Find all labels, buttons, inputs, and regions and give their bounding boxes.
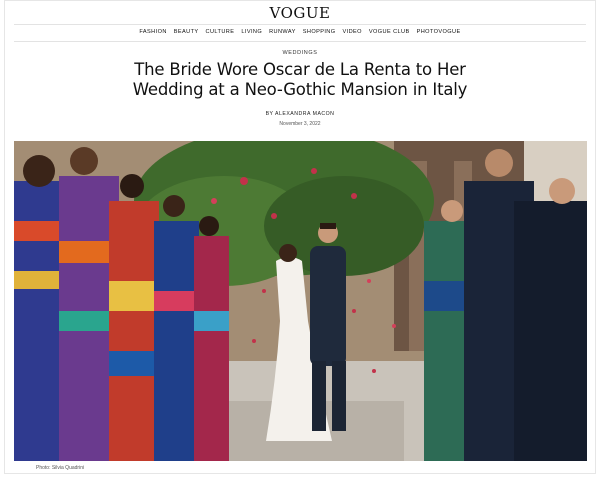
main-nav: FASHION BEAUTY CULTURE LIVING RUNWAY SHO…	[0, 29, 600, 35]
article-date: November 3, 2022	[279, 121, 321, 127]
article-category[interactable]: WEDDINGS	[0, 50, 600, 56]
nav-item-photovogue[interactable]: PHOTOVOGUE	[417, 29, 461, 35]
nav-item-living[interactable]: LIVING	[241, 29, 262, 35]
nav-item-vogue-club[interactable]: VOGUE CLUB	[369, 29, 410, 35]
nav-divider	[14, 41, 586, 42]
vogue-logo[interactable]: VOGUE	[0, 4, 600, 22]
nav-item-video[interactable]: VIDEO	[342, 29, 361, 35]
article-byline[interactable]: BY ALEXANDRA MACON	[0, 111, 600, 117]
nav-item-beauty[interactable]: BEAUTY	[174, 29, 199, 35]
nav-item-shopping[interactable]: SHOPPING	[303, 29, 336, 35]
nav-item-culture[interactable]: CULTURE	[206, 29, 235, 35]
header-divider	[14, 24, 586, 25]
article-headline: The Bride Wore Oscar de La Renta to Her …	[132, 60, 468, 99]
nav-item-fashion[interactable]: FASHION	[139, 29, 166, 35]
hero-photo	[14, 141, 587, 461]
photo-credit: Photo: Silvia Quadrini	[36, 465, 85, 471]
nav-item-runway[interactable]: RUNWAY	[269, 29, 296, 35]
